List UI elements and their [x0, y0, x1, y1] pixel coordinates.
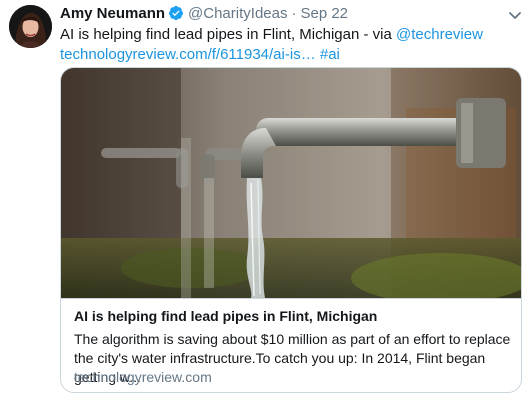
chevron-down-icon[interactable]	[508, 8, 522, 19]
hashtag-link[interactable]: #ai	[320, 46, 340, 63]
water-faucets-photo-icon	[61, 68, 521, 298]
card-title[interactable]: AI is helping find lead pipes in Flint, …	[74, 308, 510, 324]
avatar[interactable]	[9, 5, 52, 48]
card-image[interactable]	[61, 68, 521, 298]
tweet-text-main: AI is helping find lead pipes in Flint, …	[60, 26, 397, 43]
author-handle[interactable]: @CharityIdeas	[188, 5, 287, 22]
separator-dot: ·	[291, 4, 297, 22]
article-link[interactable]: technologyreview.com/f/611934/ai-is…	[60, 46, 316, 63]
card-divider	[61, 298, 521, 299]
author-name[interactable]: Amy Neumann	[60, 5, 165, 22]
tweet[interactable]: Amy Neumann @CharityIdeas · Sep 22 AI is…	[0, 0, 530, 400]
link-preview-card[interactable]: AI is helping find lead pipes in Flint, …	[60, 67, 522, 393]
timestamp[interactable]: Sep 22	[300, 5, 348, 22]
verified-badge-icon	[168, 5, 184, 21]
mention-link[interactable]: @techreview	[396, 26, 483, 43]
tweet-text: AI is helping find lead pipes in Flint, …	[60, 25, 522, 65]
tweet-header: Amy Neumann @CharityIdeas · Sep 22	[60, 4, 348, 22]
card-domain[interactable]: technologyreview.com	[74, 369, 212, 385]
